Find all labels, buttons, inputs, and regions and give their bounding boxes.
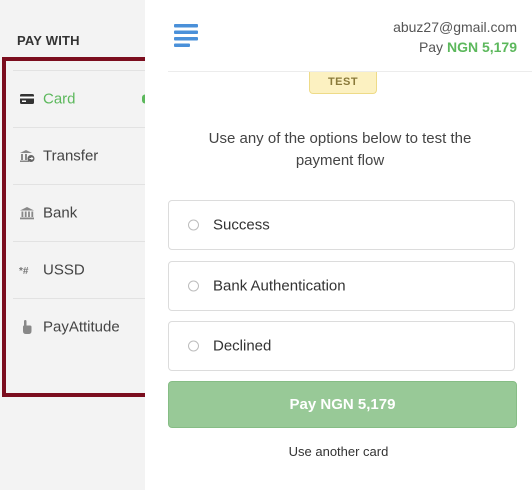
highlight-frame: [2, 57, 150, 397]
option-label: Bank Authentication: [213, 277, 346, 295]
pay-button[interactable]: Pay NGN 5,179: [168, 381, 517, 428]
option-declined[interactable]: Declined: [168, 321, 515, 371]
test-instructions: Use any of the options below to test the…: [208, 130, 472, 169]
customer-email: abuz27@gmail.com: [393, 19, 517, 35]
option-bank-authentication[interactable]: Bank Authentication: [168, 261, 515, 311]
pay-prefix: Pay: [418, 39, 444, 55]
payment-method-sidebar: PAY WITH Card Transfer Bank *# USSD PayA…: [0, 0, 150, 490]
radio-button[interactable]: [188, 340, 199, 352]
option-success[interactable]: Success: [168, 200, 515, 250]
use-another-card-link[interactable]: Use another card: [145, 444, 532, 459]
option-label: Success: [213, 216, 270, 234]
pay-amount: Pay NGN 5,179: [419, 39, 517, 55]
pay-amount-value: NGN 5,179: [446, 39, 517, 55]
menu-logo-icon: [174, 24, 198, 47]
pay-with-heading: PAY WITH: [17, 33, 80, 48]
radio-button[interactable]: [188, 219, 199, 231]
payment-panel: abuz27@gmail.com Pay NGN 5,179 TEST Use …: [145, 0, 532, 490]
test-mode-badge: TEST: [309, 72, 377, 94]
radio-button[interactable]: [188, 280, 199, 292]
option-label: Declined: [213, 337, 272, 355]
